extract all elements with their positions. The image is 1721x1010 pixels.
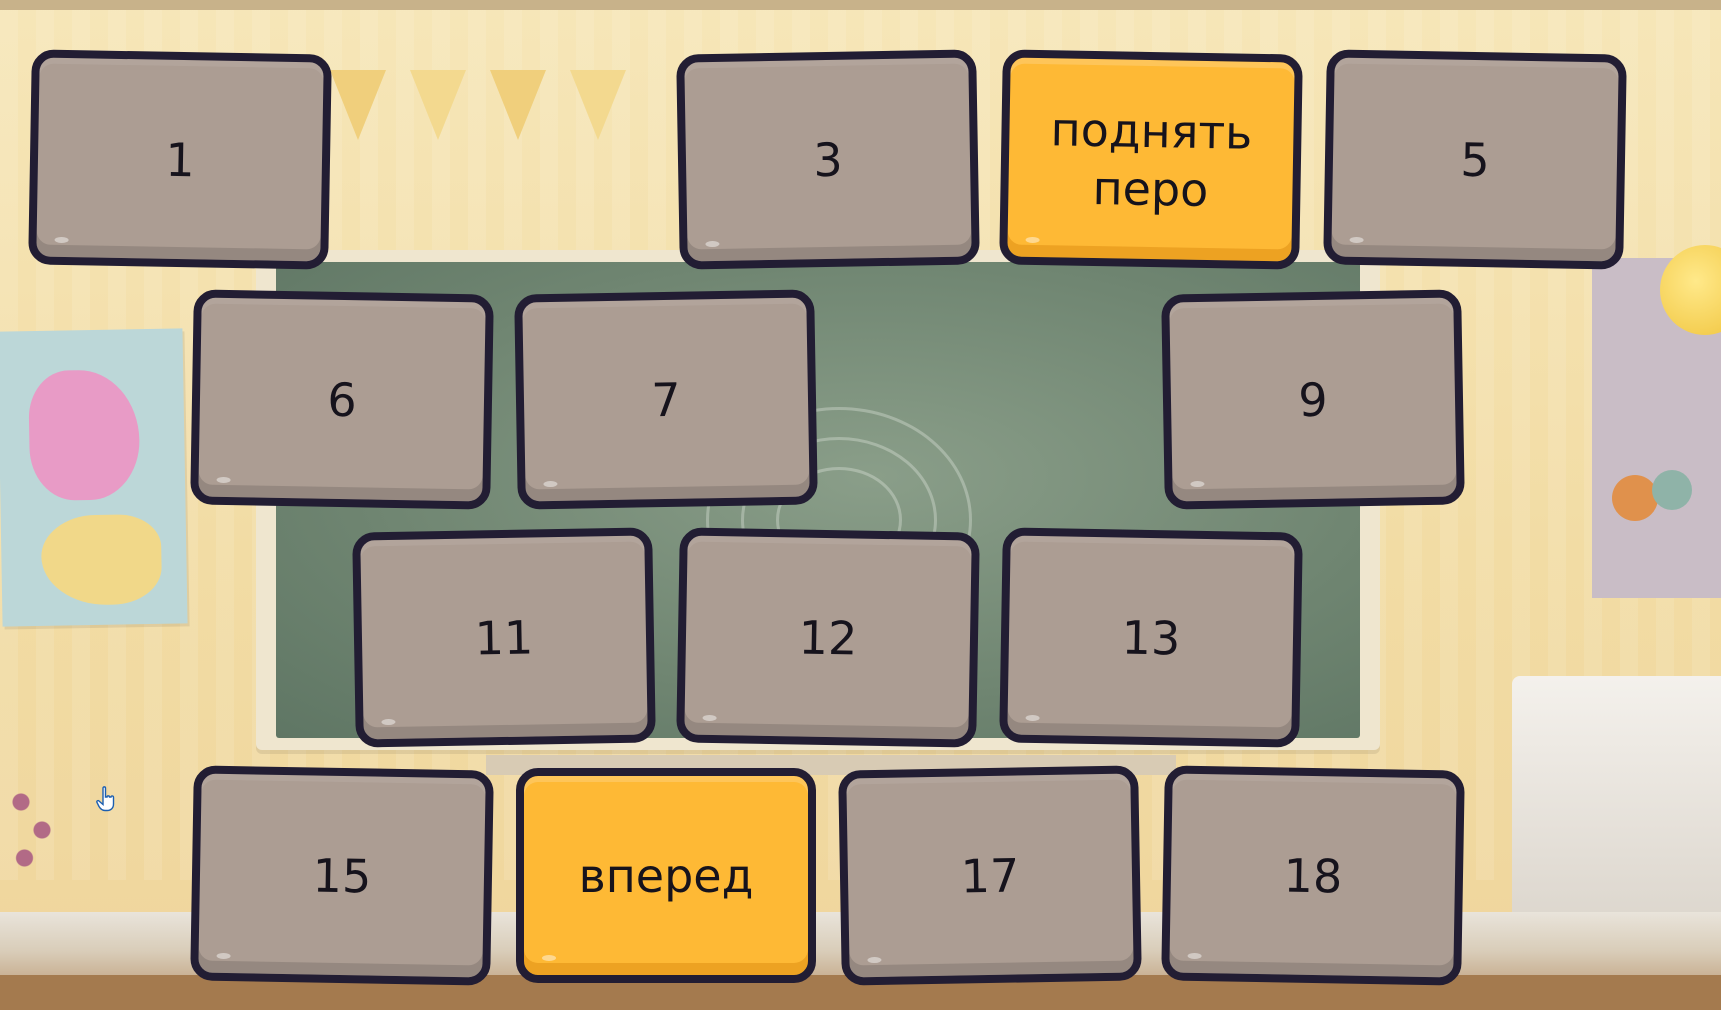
ceiling-rail <box>0 0 1721 10</box>
tile-shine <box>542 955 556 961</box>
tile-shine <box>1349 236 1364 244</box>
tile-13[interactable]: 13 <box>999 527 1303 748</box>
tile-shine <box>216 952 231 960</box>
tile-shine <box>54 236 69 244</box>
tile-shine <box>702 714 717 722</box>
tile-label: 9 <box>1297 372 1329 427</box>
tile-label: 6 <box>326 372 358 427</box>
tile-shine <box>705 240 720 248</box>
tile-shine <box>1190 480 1205 488</box>
tile-5[interactable]: 5 <box>1323 49 1627 270</box>
tile-1[interactable]: 1 <box>28 49 332 270</box>
planet-decoration <box>1612 475 1658 521</box>
tile-15[interactable]: 15 <box>190 765 494 986</box>
tile-shine <box>867 956 882 964</box>
tile-label: 12 <box>798 609 858 666</box>
bunting-flag <box>330 70 386 140</box>
tile-label: 17 <box>960 847 1020 904</box>
cabinet <box>1512 676 1721 926</box>
tile-label: 11 <box>474 609 534 666</box>
classroom-background: 1 3 поднять перо 5 6 7 9 11 12 13 15 впе… <box>0 0 1721 1010</box>
map-continent <box>28 369 141 502</box>
tile-label: 13 <box>1121 609 1181 666</box>
tile-6[interactable]: 6 <box>190 289 494 510</box>
tile-3[interactable]: 3 <box>676 49 980 270</box>
tile-forward[interactable]: вперед <box>516 768 816 983</box>
tile-shine <box>1187 952 1202 960</box>
tile-label: 18 <box>1283 847 1343 904</box>
tile-shine <box>381 718 396 726</box>
bunting-flag <box>490 70 546 140</box>
tile-label: вперед <box>578 848 754 903</box>
tile-12[interactable]: 12 <box>676 527 980 748</box>
tile-shine <box>543 480 558 488</box>
tile-shine <box>1025 236 1040 244</box>
bunting-flag <box>570 70 626 140</box>
tile-pen-up[interactable]: поднять перо <box>999 49 1303 270</box>
tile-17[interactable]: 17 <box>838 765 1142 986</box>
bunting-flag <box>410 70 466 140</box>
map-poster <box>0 328 188 627</box>
tile-18[interactable]: 18 <box>1161 765 1465 986</box>
planet-decoration <box>1652 470 1692 510</box>
tile-label: 5 <box>1459 132 1491 187</box>
tile-label: 7 <box>650 372 682 427</box>
tile-label: 1 <box>164 132 196 187</box>
tile-11[interactable]: 11 <box>352 527 656 748</box>
tile-7[interactable]: 7 <box>514 289 818 510</box>
tile-9[interactable]: 9 <box>1161 289 1465 510</box>
plant-decoration <box>0 760 70 900</box>
tile-shine <box>216 476 231 484</box>
tile-shine <box>1025 714 1040 722</box>
tile-label: поднять перо <box>1050 101 1253 217</box>
tile-label: 3 <box>812 132 844 187</box>
map-continent <box>40 513 163 606</box>
hand-pointer-icon <box>96 786 115 812</box>
tile-label: 15 <box>312 847 372 904</box>
